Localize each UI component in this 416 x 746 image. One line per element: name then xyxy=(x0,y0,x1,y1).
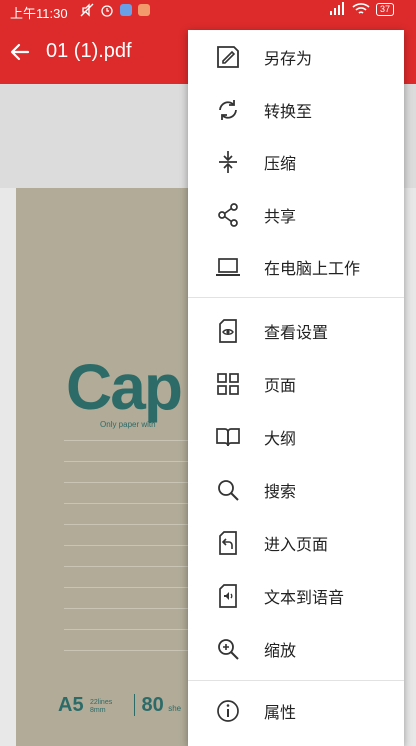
zoom-icon xyxy=(218,639,239,660)
share-icon xyxy=(218,203,238,227)
menu-item-share[interactable]: 共享 xyxy=(188,190,404,240)
menu-item-label: 缩放 xyxy=(264,641,297,660)
wifi-icon xyxy=(352,3,370,14)
menu-item-label: 搜索 xyxy=(264,482,297,501)
text-to-speech-icon xyxy=(219,584,237,608)
menu-divider xyxy=(188,297,404,298)
menu-item-label: 另存为 xyxy=(264,49,313,68)
cover-subtitle: Only paper with xyxy=(100,420,156,429)
cover-brand-text: Cap xyxy=(66,351,183,423)
app-notification-icon-2 xyxy=(138,4,150,16)
menu-item-label: 页面 xyxy=(264,376,297,395)
menu-divider xyxy=(188,680,404,681)
menu-item-label: 在电脑上工作 xyxy=(264,259,361,278)
status-icons-left xyxy=(80,3,150,17)
app-notification-icon xyxy=(120,4,132,16)
cover-sheets: 80 xyxy=(134,694,164,716)
info-icon xyxy=(217,700,239,722)
back-arrow-icon[interactable] xyxy=(8,40,32,64)
menu-item-convert[interactable]: 转换至 xyxy=(188,85,404,135)
status-icons-right: 37 xyxy=(326,2,394,16)
menu-item-label: 转换至 xyxy=(264,102,313,121)
alarm-icon xyxy=(101,5,113,17)
convert-icon xyxy=(219,100,237,120)
cover-size-label: A5 22lines 8mm 80 she xyxy=(58,694,181,717)
compress-icon xyxy=(219,151,237,173)
go-to-page-icon xyxy=(219,531,237,555)
mute-icon xyxy=(80,3,94,17)
menu-item-zoom[interactable]: 缩放 xyxy=(188,624,404,674)
menu-item-label: 共享 xyxy=(264,207,297,226)
save-as-icon xyxy=(217,46,239,68)
menu-item-pages[interactable]: 页面 xyxy=(188,359,404,409)
battery-indicator: 37 xyxy=(375,2,394,16)
menu-item-label: 文本到语音 xyxy=(264,588,345,607)
search-icon xyxy=(218,480,239,501)
status-bar: 上午11:30 37 xyxy=(0,0,416,24)
menu-item-label: 大纲 xyxy=(264,429,297,448)
overflow-menu: 另存为 转换至 压缩 共享 在电脑上工作 查看设置 页面 大纲 搜索 进入页面 … xyxy=(188,30,404,746)
signal-icon xyxy=(329,2,344,15)
cover-size: A5 xyxy=(58,694,84,716)
view-settings-icon xyxy=(219,319,237,343)
cover-sheets-label: she xyxy=(168,704,182,713)
menu-item-text-to-speech[interactable]: 文本到语音 xyxy=(188,571,404,621)
menu-item-outline[interactable]: 大纲 xyxy=(188,412,404,462)
menu-item-label: 属性 xyxy=(264,703,297,722)
status-time: 上午11:30 xyxy=(10,6,68,21)
menu-item-label: 查看设置 xyxy=(264,323,329,342)
laptop-icon xyxy=(216,258,240,276)
document-title: 01 (1).pdf xyxy=(46,40,132,62)
menu-item-search[interactable]: 搜索 xyxy=(188,465,404,515)
cover-size-detail: 22lines 8mm xyxy=(90,698,113,714)
menu-item-properties[interactable]: 属性 xyxy=(188,686,404,736)
outline-book-icon xyxy=(216,428,240,447)
pages-grid-icon xyxy=(217,373,239,395)
menu-item-view-settings[interactable]: 查看设置 xyxy=(188,306,404,356)
menu-item-compress[interactable]: 压缩 xyxy=(188,137,404,187)
menu-item-save-as[interactable]: 另存为 xyxy=(188,32,404,82)
menu-item-go-to-page[interactable]: 进入页面 xyxy=(188,518,404,568)
menu-item-label: 进入页面 xyxy=(264,535,329,554)
menu-item-label: 压缩 xyxy=(264,154,297,173)
menu-item-work-on-computer[interactable]: 在电脑上工作 xyxy=(188,242,404,292)
